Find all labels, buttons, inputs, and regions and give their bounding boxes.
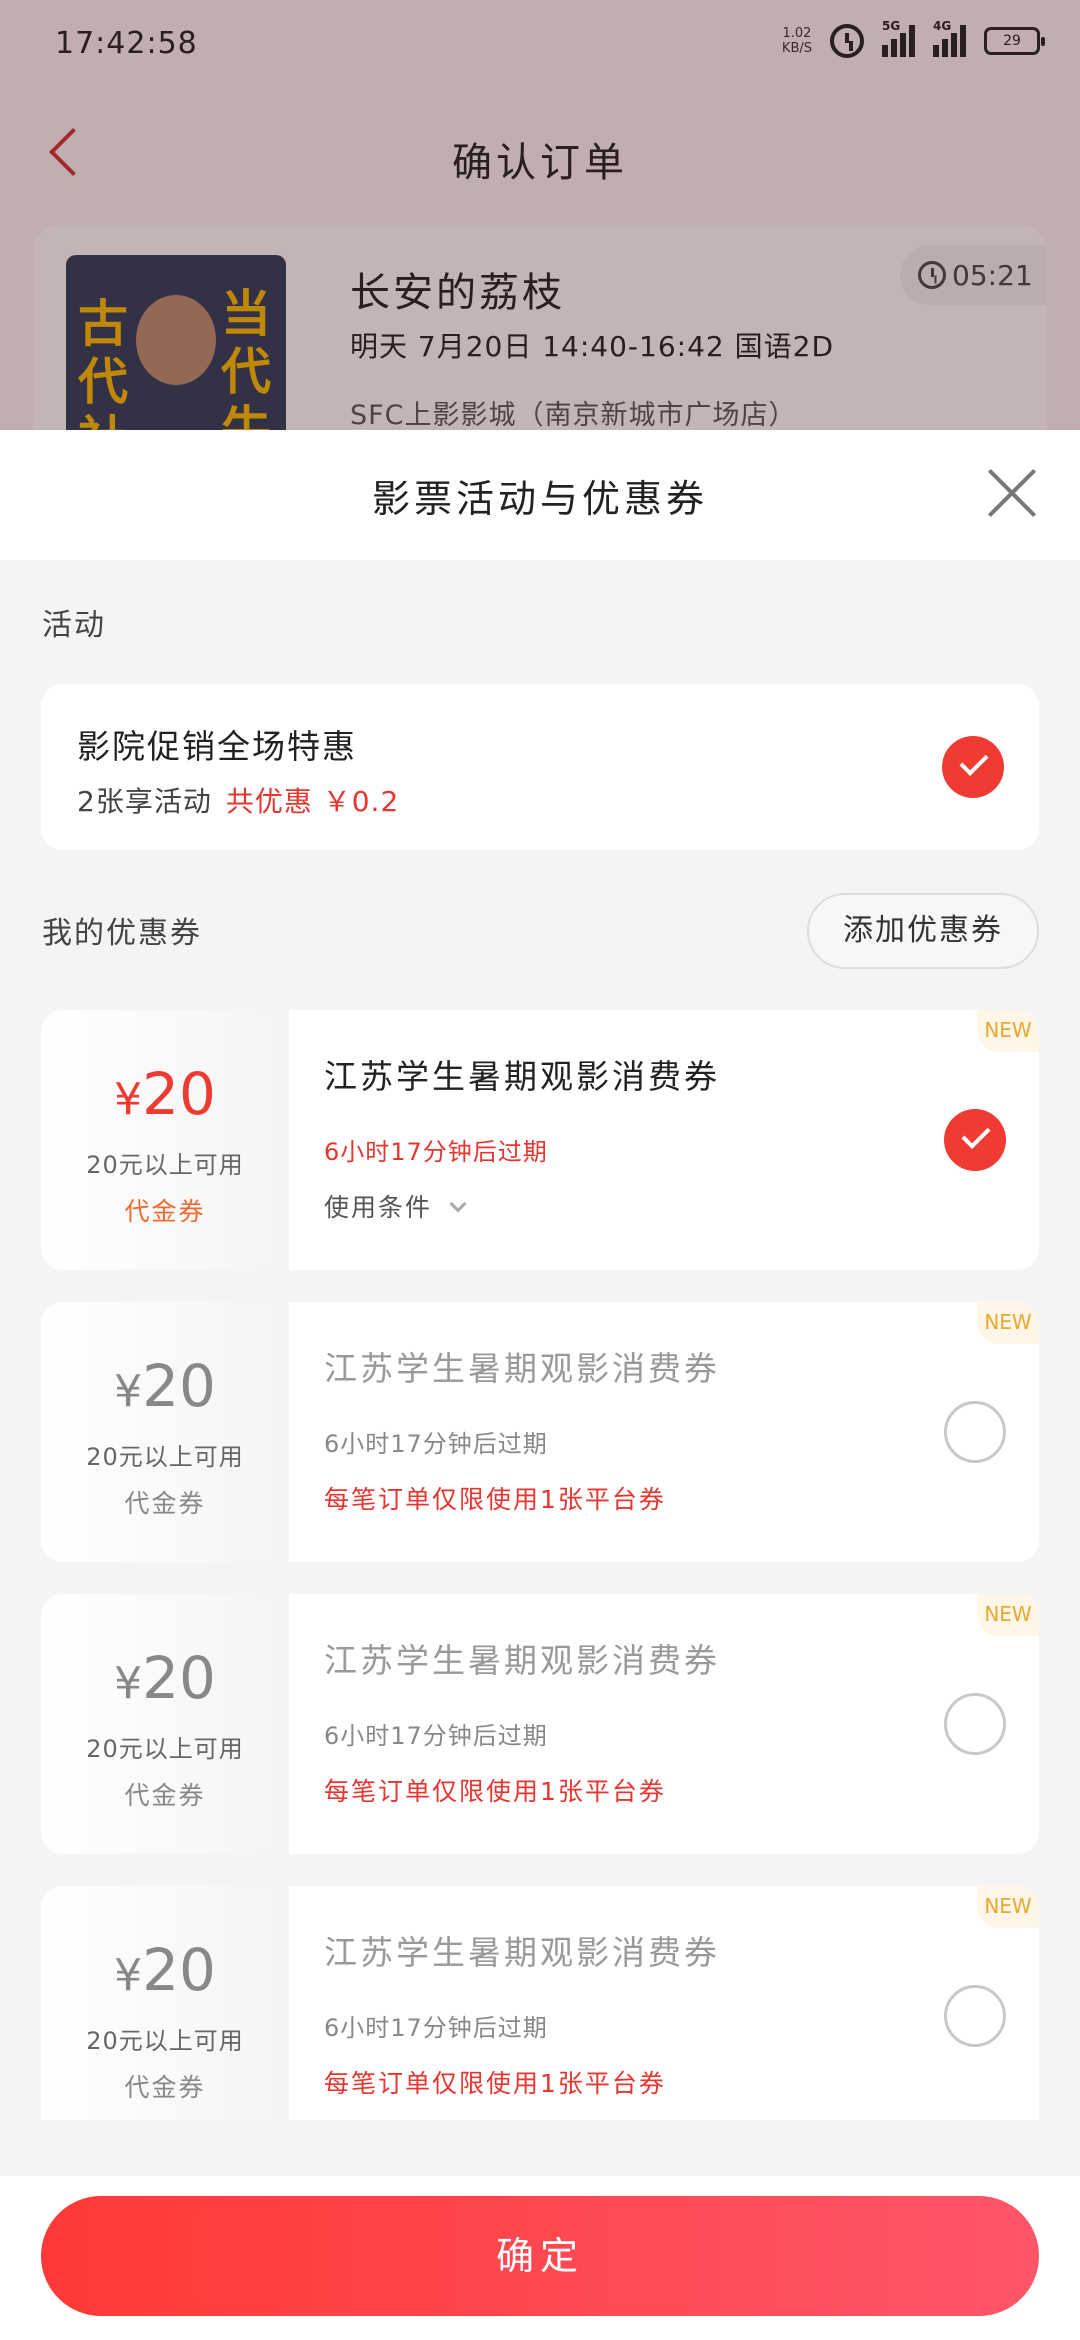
coupon-type: 代金券 (124, 1489, 206, 1518)
coupon-expiry: 6小时17分钟后过期 (324, 1138, 548, 1166)
coupon-card[interactable]: ¥20 20元以上可用 代金券 江苏学生暑期观影消费券 6小时17分钟后过期 每… (41, 1594, 1039, 1854)
new-badge: NEW (977, 1594, 1039, 1636)
sheet-header: 影票活动与优惠券 (0, 430, 1080, 560)
activity-discount: 共优惠 ￥0.2 (225, 785, 400, 818)
coupon-amount: ¥20 (114, 1936, 216, 2004)
coupon-checkbox-checked[interactable] (944, 1109, 1006, 1171)
coupon-checkbox-unchecked[interactable] (944, 1693, 1006, 1755)
new-badge: NEW (977, 1302, 1039, 1344)
coupon-restriction: 每笔订单仅限使用1张平台券 (324, 2069, 666, 2098)
activity-name: 影院促销全场特惠 (77, 727, 357, 766)
coupon-card[interactable]: ¥20 20元以上可用 代金券 江苏学生暑期观影消费券 6小时17分钟后过期 使… (41, 1010, 1039, 1270)
confirm-button[interactable]: 确定 (41, 2196, 1039, 2316)
coupon-threshold: 20元以上可用 (86, 2027, 244, 2055)
new-badge: NEW (977, 1010, 1039, 1052)
coupon-threshold: 20元以上可用 (86, 1443, 244, 1471)
coupon-card[interactable]: ¥20 20元以上可用 代金券 江苏学生暑期观影消费券 6小时17分钟后过期 每… (41, 1886, 1039, 2120)
coupon-name: 江苏学生暑期观影消费券 (324, 1349, 720, 1388)
coupon-name: 江苏学生暑期观影消费券 (324, 1933, 720, 1972)
coupon-name: 江苏学生暑期观影消费券 (324, 1641, 720, 1680)
coupon-card[interactable]: ¥20 20元以上可用 代金券 江苏学生暑期观影消费券 6小时17分钟后过期 每… (41, 1302, 1039, 1562)
coupon-restriction: 每笔订单仅限使用1张平台券 (324, 1485, 666, 1514)
coupon-amount: ¥20 (114, 1352, 216, 1420)
coupon-restriction: 每笔订单仅限使用1张平台券 (324, 1777, 666, 1806)
sheet-scroll-area[interactable]: 影票活动与优惠券 活动 影院促销全场特惠 2张享活动 共优惠 ￥0.2 我的优惠券… (0, 430, 1080, 2120)
coupon-type: 代金券 (124, 1197, 206, 1226)
coupon-value-panel: ¥20 20元以上可用 代金券 (41, 1010, 289, 1270)
coupon-threshold: 20元以上可用 (86, 1735, 244, 1763)
coupon-amount: ¥20 (114, 1060, 216, 1128)
coupon-value-panel: ¥20 20元以上可用 代金券 (41, 1302, 289, 1562)
sheet-title: 影票活动与优惠券 (371, 477, 708, 521)
activity-card[interactable]: 影院促销全场特惠 2张享活动 共优惠 ￥0.2 (41, 684, 1039, 850)
coupon-value-panel: ¥20 20元以上可用 代金券 (41, 1594, 289, 1854)
coupon-amount: ¥20 (114, 1644, 216, 1712)
coupon-expiry: 6小时17分钟后过期 (324, 1430, 548, 1458)
coupon-name: 江苏学生暑期观影消费券 (324, 1057, 720, 1096)
coupon-checkbox-unchecked[interactable] (944, 1985, 1006, 2047)
coupon-expiry: 6小时17分钟后过期 (324, 1722, 548, 1750)
add-coupon-button[interactable]: 添加优惠券 (807, 893, 1039, 969)
activity-checkbox-checked[interactable] (942, 736, 1004, 798)
coupon-value-panel: ¥20 20元以上可用 代金券 (41, 1886, 289, 2120)
coupon-sheet: 影票活动与优惠券 活动 影院促销全场特惠 2张享活动 共优惠 ￥0.2 我的优惠券… (0, 430, 1080, 2340)
coupon-type: 代金券 (124, 1781, 206, 1810)
order-page-background: 17:42:58 1.02 KB/S 5G 4G 29 确认订单 古代社 当 (0, 0, 1080, 430)
usage-conditions-toggle[interactable]: 使用条件 (324, 1188, 467, 1224)
coupon-expiry: 6小时17分钟后过期 (324, 2014, 548, 2042)
coupon-threshold: 20元以上可用 (86, 1151, 244, 1179)
dim-overlay[interactable] (0, 0, 1080, 430)
coupon-checkbox-unchecked[interactable] (944, 1401, 1006, 1463)
sheet-footer: 确定 (0, 2176, 1080, 2340)
coupon-section-label: 我的优惠券 (42, 916, 202, 951)
activity-section-label: 活动 (42, 608, 106, 643)
coupon-type: 代金券 (124, 2073, 206, 2102)
close-icon[interactable] (984, 465, 1040, 521)
chevron-down-icon (449, 1195, 467, 1213)
new-badge: NEW (977, 1886, 1039, 1928)
activity-sub: 2张享活动 共优惠 ￥0.2 (77, 785, 400, 818)
